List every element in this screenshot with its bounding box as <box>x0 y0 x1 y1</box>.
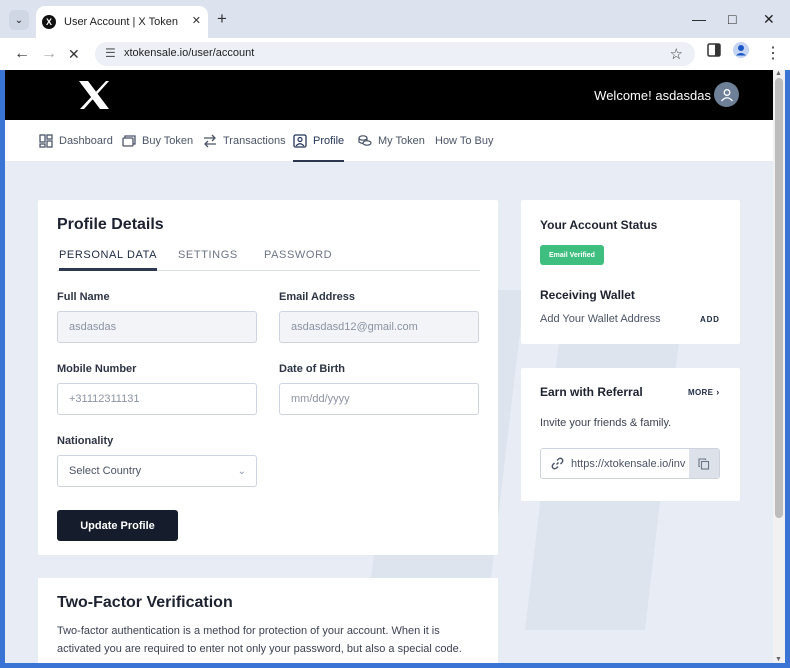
dob-label: Date of Birth <box>279 363 345 375</box>
referral-title: Earn with Referral <box>540 385 643 399</box>
date-of-birth-field[interactable]: mm/dd/yyyy <box>279 383 479 415</box>
nav-item-my-token[interactable]: My Token <box>358 120 425 162</box>
page-viewport: Welcome! asdasdas Dashboard Buy Token Tr… <box>5 70 773 663</box>
site-header: Welcome! asdasdas <box>5 70 773 120</box>
main-nav: Dashboard Buy Token Transactions Profile… <box>5 120 773 162</box>
welcome-text: Welcome! asdasdas <box>594 88 711 103</box>
update-profile-button[interactable]: Update Profile <box>57 510 178 541</box>
nav-item-buy-token[interactable]: Buy Token <box>122 120 193 162</box>
chevron-right-icon: › <box>716 387 720 397</box>
copy-link-button[interactable] <box>689 449 719 478</box>
chevron-down-icon: ⌄ <box>237 466 246 477</box>
wallet-icon <box>122 135 136 147</box>
account-status-card: Your Account Status Email Verified Recei… <box>521 200 740 344</box>
referral-more-link[interactable]: MORE › <box>688 387 719 397</box>
stop-loading-icon[interactable]: ✕ <box>68 44 80 64</box>
nav-label: Dashboard <box>59 135 113 147</box>
add-wallet-button[interactable]: ADD <box>700 315 720 324</box>
bookmark-star-icon[interactable]: ☆ <box>670 45 683 63</box>
new-tab-plus-icon[interactable]: + <box>217 9 227 29</box>
browser-window: ⌄ X User Account | X Token ✕ + — □ ✕ ← →… <box>0 0 790 668</box>
receiving-wallet-title: Receiving Wallet <box>540 288 635 302</box>
nav-label: Transactions <box>223 135 286 147</box>
nav-item-transactions[interactable]: Transactions <box>203 120 286 162</box>
tab-close-icon[interactable]: ✕ <box>192 14 201 27</box>
url-text: xtokensale.io/user/account <box>124 47 255 59</box>
tab-password[interactable]: PASSWORD <box>264 249 332 261</box>
user-icon <box>720 88 733 101</box>
referral-card: Earn with Referral MORE › Invite your fr… <box>521 368 740 501</box>
profile-details-title: Profile Details <box>57 216 164 233</box>
minimize-icon[interactable]: — <box>692 10 706 28</box>
two-factor-description: Two-factor authentication is a method fo… <box>57 625 462 655</box>
profile-details-card: Profile Details PERSONAL DATA SETTINGS P… <box>38 200 498 555</box>
nav-label: Profile <box>313 135 345 147</box>
email-field[interactable]: asdasdasd12@gmail.com <box>279 311 479 343</box>
link-icon <box>551 457 564 470</box>
profile-tabs: PERSONAL DATA SETTINGS PASSWORD <box>57 249 480 271</box>
tab-personal-data[interactable]: PERSONAL DATA <box>59 249 158 271</box>
coins-icon <box>358 135 372 146</box>
maximize-icon[interactable]: □ <box>728 10 736 28</box>
full-name-label: Full Name <box>57 291 110 303</box>
forward-arrow-icon[interactable]: → <box>41 44 57 64</box>
transfer-icon <box>204 134 216 148</box>
nav-item-dashboard[interactable]: Dashboard <box>39 120 113 162</box>
x-token-favicon-icon: X <box>42 15 56 29</box>
tab-title: User Account | X Token <box>64 16 178 28</box>
mobile-label: Mobile Number <box>57 363 137 375</box>
window-close-icon[interactable]: ✕ <box>763 10 775 28</box>
mobile-number-field[interactable]: +31112311131 <box>57 383 257 415</box>
two-factor-card: Two-Factor Verification Two-factor authe… <box>38 578 498 663</box>
tab-search-chevron-icon[interactable]: ⌄ <box>9 10 29 30</box>
two-factor-title: Two-Factor Verification <box>57 594 233 611</box>
scroll-down-icon[interactable]: ▼ <box>775 656 782 663</box>
more-label: MORE <box>688 387 714 397</box>
nav-item-profile[interactable]: Profile <box>293 120 345 162</box>
copy-icon <box>698 457 710 470</box>
side-panel-icon[interactable] <box>707 43 721 57</box>
nationality-label: Nationality <box>57 435 114 447</box>
profile-icon <box>293 134 307 148</box>
email-verified-badge: Email Verified <box>540 245 604 265</box>
tab-strip: ⌄ X User Account | X Token ✕ + — □ ✕ <box>0 0 790 38</box>
site-settings-icon[interactable]: ☰ <box>105 46 116 60</box>
page-scrollbar[interactable]: ▲ ▼ <box>773 70 785 663</box>
scroll-thumb[interactable] <box>775 78 783 518</box>
dashboard-icon <box>39 134 53 148</box>
email-label: Email Address <box>279 291 356 303</box>
nav-label: My Token <box>378 135 425 147</box>
user-avatar[interactable] <box>714 82 739 107</box>
browser-menu-icon[interactable]: ⋮ <box>765 44 781 64</box>
nationality-selected-value: Select Country <box>69 465 142 477</box>
wallet-prompt-text: Add Your Wallet Address <box>540 313 661 325</box>
account-status-title: Your Account Status <box>540 218 658 232</box>
back-arrow-icon[interactable]: ← <box>14 44 30 64</box>
tab-settings[interactable]: SETTINGS <box>178 249 238 261</box>
referral-url: https://xtokensale.io/invite?ref=asdasda… <box>571 458 686 470</box>
full-name-field[interactable]: asdasdas <box>57 311 257 343</box>
nav-label: Buy Token <box>142 135 194 147</box>
browser-toolbar: ← → ✕ ☰ xtokensale.io/user/account ☆ ⋮ <box>0 38 790 70</box>
nav-item-how-to-buy[interactable]: How To Buy <box>435 120 494 162</box>
browser-profile-icon[interactable] <box>733 42 749 58</box>
referral-subtitle: Invite your friends & family. <box>540 417 672 429</box>
nav-label: How To Buy <box>435 135 494 147</box>
referral-link-field[interactable]: https://xtokensale.io/invite?ref=asdasda… <box>540 448 720 479</box>
address-bar[interactable]: ☰ xtokensale.io/user/account ☆ <box>95 42 695 66</box>
browser-tab[interactable]: X User Account | X Token ✕ <box>36 6 208 38</box>
scroll-up-icon[interactable]: ▲ <box>775 70 782 77</box>
nationality-select[interactable]: Select Country ⌄ <box>57 455 257 487</box>
x-logo-icon[interactable] <box>77 80 111 110</box>
